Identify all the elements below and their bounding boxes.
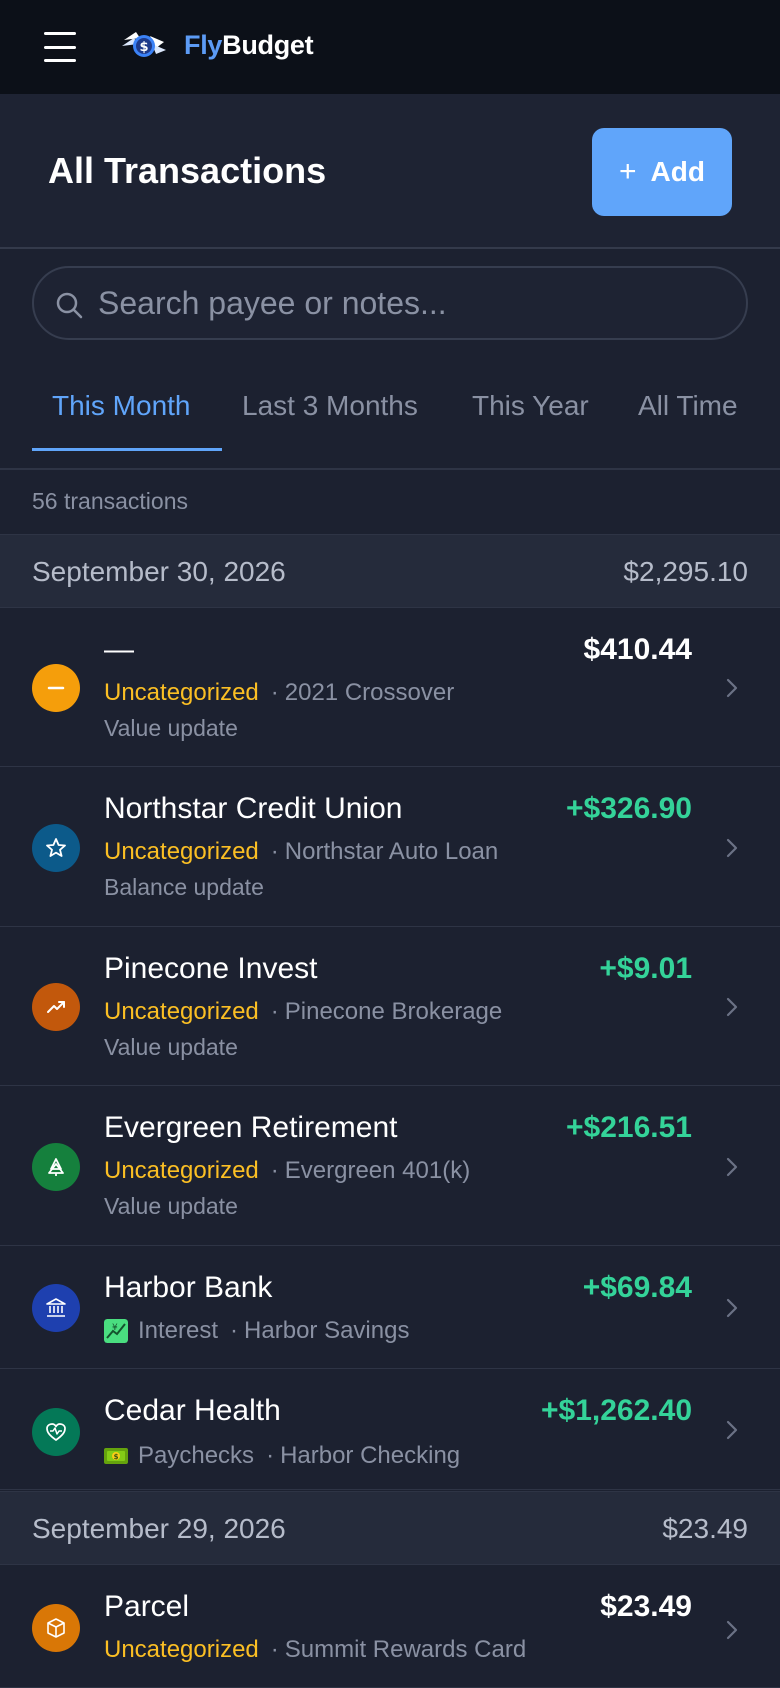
transaction-category: Uncategorized	[104, 838, 259, 865]
meta-separator: ·	[230, 1317, 239, 1344]
group-total: $23.49	[662, 1513, 748, 1544]
meta-separator: ·	[270, 679, 279, 706]
svg-text:¥: ¥	[112, 1323, 118, 1333]
meta-separator: ·	[270, 838, 279, 865]
meta-separator: ·	[266, 1442, 275, 1469]
transaction-account: Harbor Checking	[280, 1442, 461, 1469]
date-group-header: September 30, 2026 $2,295.10	[0, 534, 780, 608]
transaction-payee: Northstar Credit Union	[104, 792, 403, 825]
trend-up-icon	[32, 983, 80, 1031]
meta-separator: ·	[270, 1636, 279, 1663]
transaction-category: Uncategorized	[104, 1157, 259, 1184]
transaction-note: Balance update	[104, 874, 264, 900]
transaction-note: Value update	[104, 715, 238, 741]
transaction-account: 2021 Crossover	[284, 679, 455, 706]
transaction-meta: Uncategorized · Northstar Auto Loan	[104, 838, 498, 866]
date-group-header: September 29, 2026 $23.49	[0, 1491, 780, 1565]
brand-name[interactable]: FlyBudget	[184, 30, 314, 61]
transaction-row[interactable]: — $410.44 Uncategorized · 2021 Crossover…	[0, 609, 780, 767]
chevron-right-icon	[726, 1620, 738, 1640]
search-input[interactable]	[98, 268, 728, 338]
transaction-row[interactable]: Parcel $23.49 Uncategorized · Summit Rew…	[0, 1566, 780, 1688]
tab-this-year[interactable]: This Year	[472, 390, 589, 422]
transaction-amount: +$9.01	[599, 952, 692, 985]
transaction-amount: +$69.84	[582, 1271, 692, 1304]
chart-yen-icon: ¥	[104, 1319, 128, 1343]
brand-budget: Budget	[222, 30, 314, 60]
chevron-right-icon	[726, 678, 738, 698]
meta-separator: ·	[270, 1157, 279, 1184]
transaction-row[interactable]: Harbor Bank +$69.84 ¥ Interest · Harbor …	[0, 1247, 780, 1369]
active-tab-indicator	[32, 448, 222, 451]
transaction-amount: +$1,262.40	[541, 1394, 692, 1427]
transaction-account: Pinecone Brokerage	[284, 998, 503, 1025]
chevron-right-icon	[726, 838, 738, 858]
transaction-note: Value update	[104, 1193, 238, 1219]
transaction-amount: $410.44	[583, 633, 692, 666]
transaction-payee: —	[104, 633, 134, 666]
tree-icon	[32, 1143, 80, 1191]
transaction-amount: +$326.90	[566, 792, 692, 825]
chevron-right-icon	[726, 997, 738, 1017]
transaction-amount: +$216.51	[566, 1111, 692, 1144]
transaction-row[interactable]: Cedar Health +$1,262.40 $ Paychecks · Ha…	[0, 1370, 780, 1490]
page-header: All Transactions + Add	[0, 94, 780, 249]
group-date: September 29, 2026	[32, 1513, 286, 1544]
transaction-meta: ¥ Interest · Harbor Savings	[104, 1317, 409, 1345]
transaction-account: Northstar Auto Loan	[284, 838, 499, 865]
chevron-right-icon	[726, 1298, 738, 1318]
transaction-meta: Uncategorized · 2021 Crossover	[104, 679, 454, 707]
group-date: September 30, 2026	[32, 556, 286, 587]
tab-all-time[interactable]: All Time	[638, 390, 738, 422]
search-bar	[32, 266, 748, 340]
plus-icon: +	[619, 155, 637, 188]
heart-pulse-icon	[32, 1408, 80, 1456]
transaction-payee: Evergreen Retirement	[104, 1111, 398, 1144]
hamburger-menu-icon[interactable]	[44, 32, 76, 62]
transaction-account: Harbor Savings	[244, 1317, 410, 1344]
svg-text:$: $	[114, 1453, 119, 1461]
meta-separator: ·	[270, 998, 279, 1025]
chevron-right-icon	[726, 1420, 738, 1440]
package-icon	[32, 1604, 80, 1652]
transaction-count: 56 transactions	[32, 488, 188, 514]
transaction-payee: Parcel	[104, 1590, 190, 1623]
add-transaction-button[interactable]: + Add	[592, 128, 732, 216]
search-icon	[56, 292, 83, 319]
dollar-bill-icon: $	[104, 1448, 128, 1464]
transaction-amount: $23.49	[600, 1590, 692, 1623]
transaction-row[interactable]: Northstar Credit Union +$326.90 Uncatego…	[0, 768, 780, 927]
transaction-payee: Harbor Bank	[104, 1271, 273, 1304]
transaction-row[interactable]: Pinecone Invest +$9.01 Uncategorized · P…	[0, 928, 780, 1086]
transaction-meta: $ Paychecks · Harbor Checking	[104, 1442, 460, 1470]
transaction-meta: Uncategorized · Summit Rewards Card	[104, 1636, 526, 1664]
bank-icon	[32, 1284, 80, 1332]
group-total: $2,295.10	[623, 556, 748, 587]
transaction-note: Value update	[104, 1034, 238, 1060]
page-title: All Transactions	[48, 150, 327, 191]
transaction-category: Uncategorized	[104, 679, 259, 706]
star-icon	[32, 824, 80, 872]
minus-icon	[32, 664, 80, 712]
transaction-category: Paychecks	[138, 1442, 255, 1469]
transaction-row[interactable]: Evergreen Retirement +$216.51 Uncategori…	[0, 1087, 780, 1246]
transaction-category: Uncategorized	[104, 998, 259, 1025]
add-button-label: Add	[650, 156, 705, 187]
transaction-meta: Uncategorized · Pinecone Brokerage	[104, 998, 502, 1026]
chevron-right-icon	[726, 1157, 738, 1177]
svg-text:$: $	[139, 40, 148, 55]
transaction-meta: Uncategorized · Evergreen 401(k)	[104, 1157, 470, 1185]
transaction-account: Summit Rewards Card	[284, 1636, 527, 1663]
tab-this-month[interactable]: This Month	[52, 390, 191, 422]
transaction-category: Uncategorized	[104, 1636, 259, 1663]
transaction-payee: Pinecone Invest	[104, 952, 318, 985]
flying-money-icon: $	[122, 32, 166, 57]
date-range-tabs: This Month Last 3 Months This Year All T…	[0, 368, 780, 470]
tab-last-3-months[interactable]: Last 3 Months	[242, 390, 418, 422]
transaction-payee: Cedar Health	[104, 1394, 281, 1427]
transaction-account: Evergreen 401(k)	[284, 1157, 471, 1184]
brand-fly: Fly	[184, 30, 223, 60]
top-app-bar: $ FlyBudget	[0, 0, 780, 94]
transaction-category: Interest	[138, 1317, 219, 1344]
